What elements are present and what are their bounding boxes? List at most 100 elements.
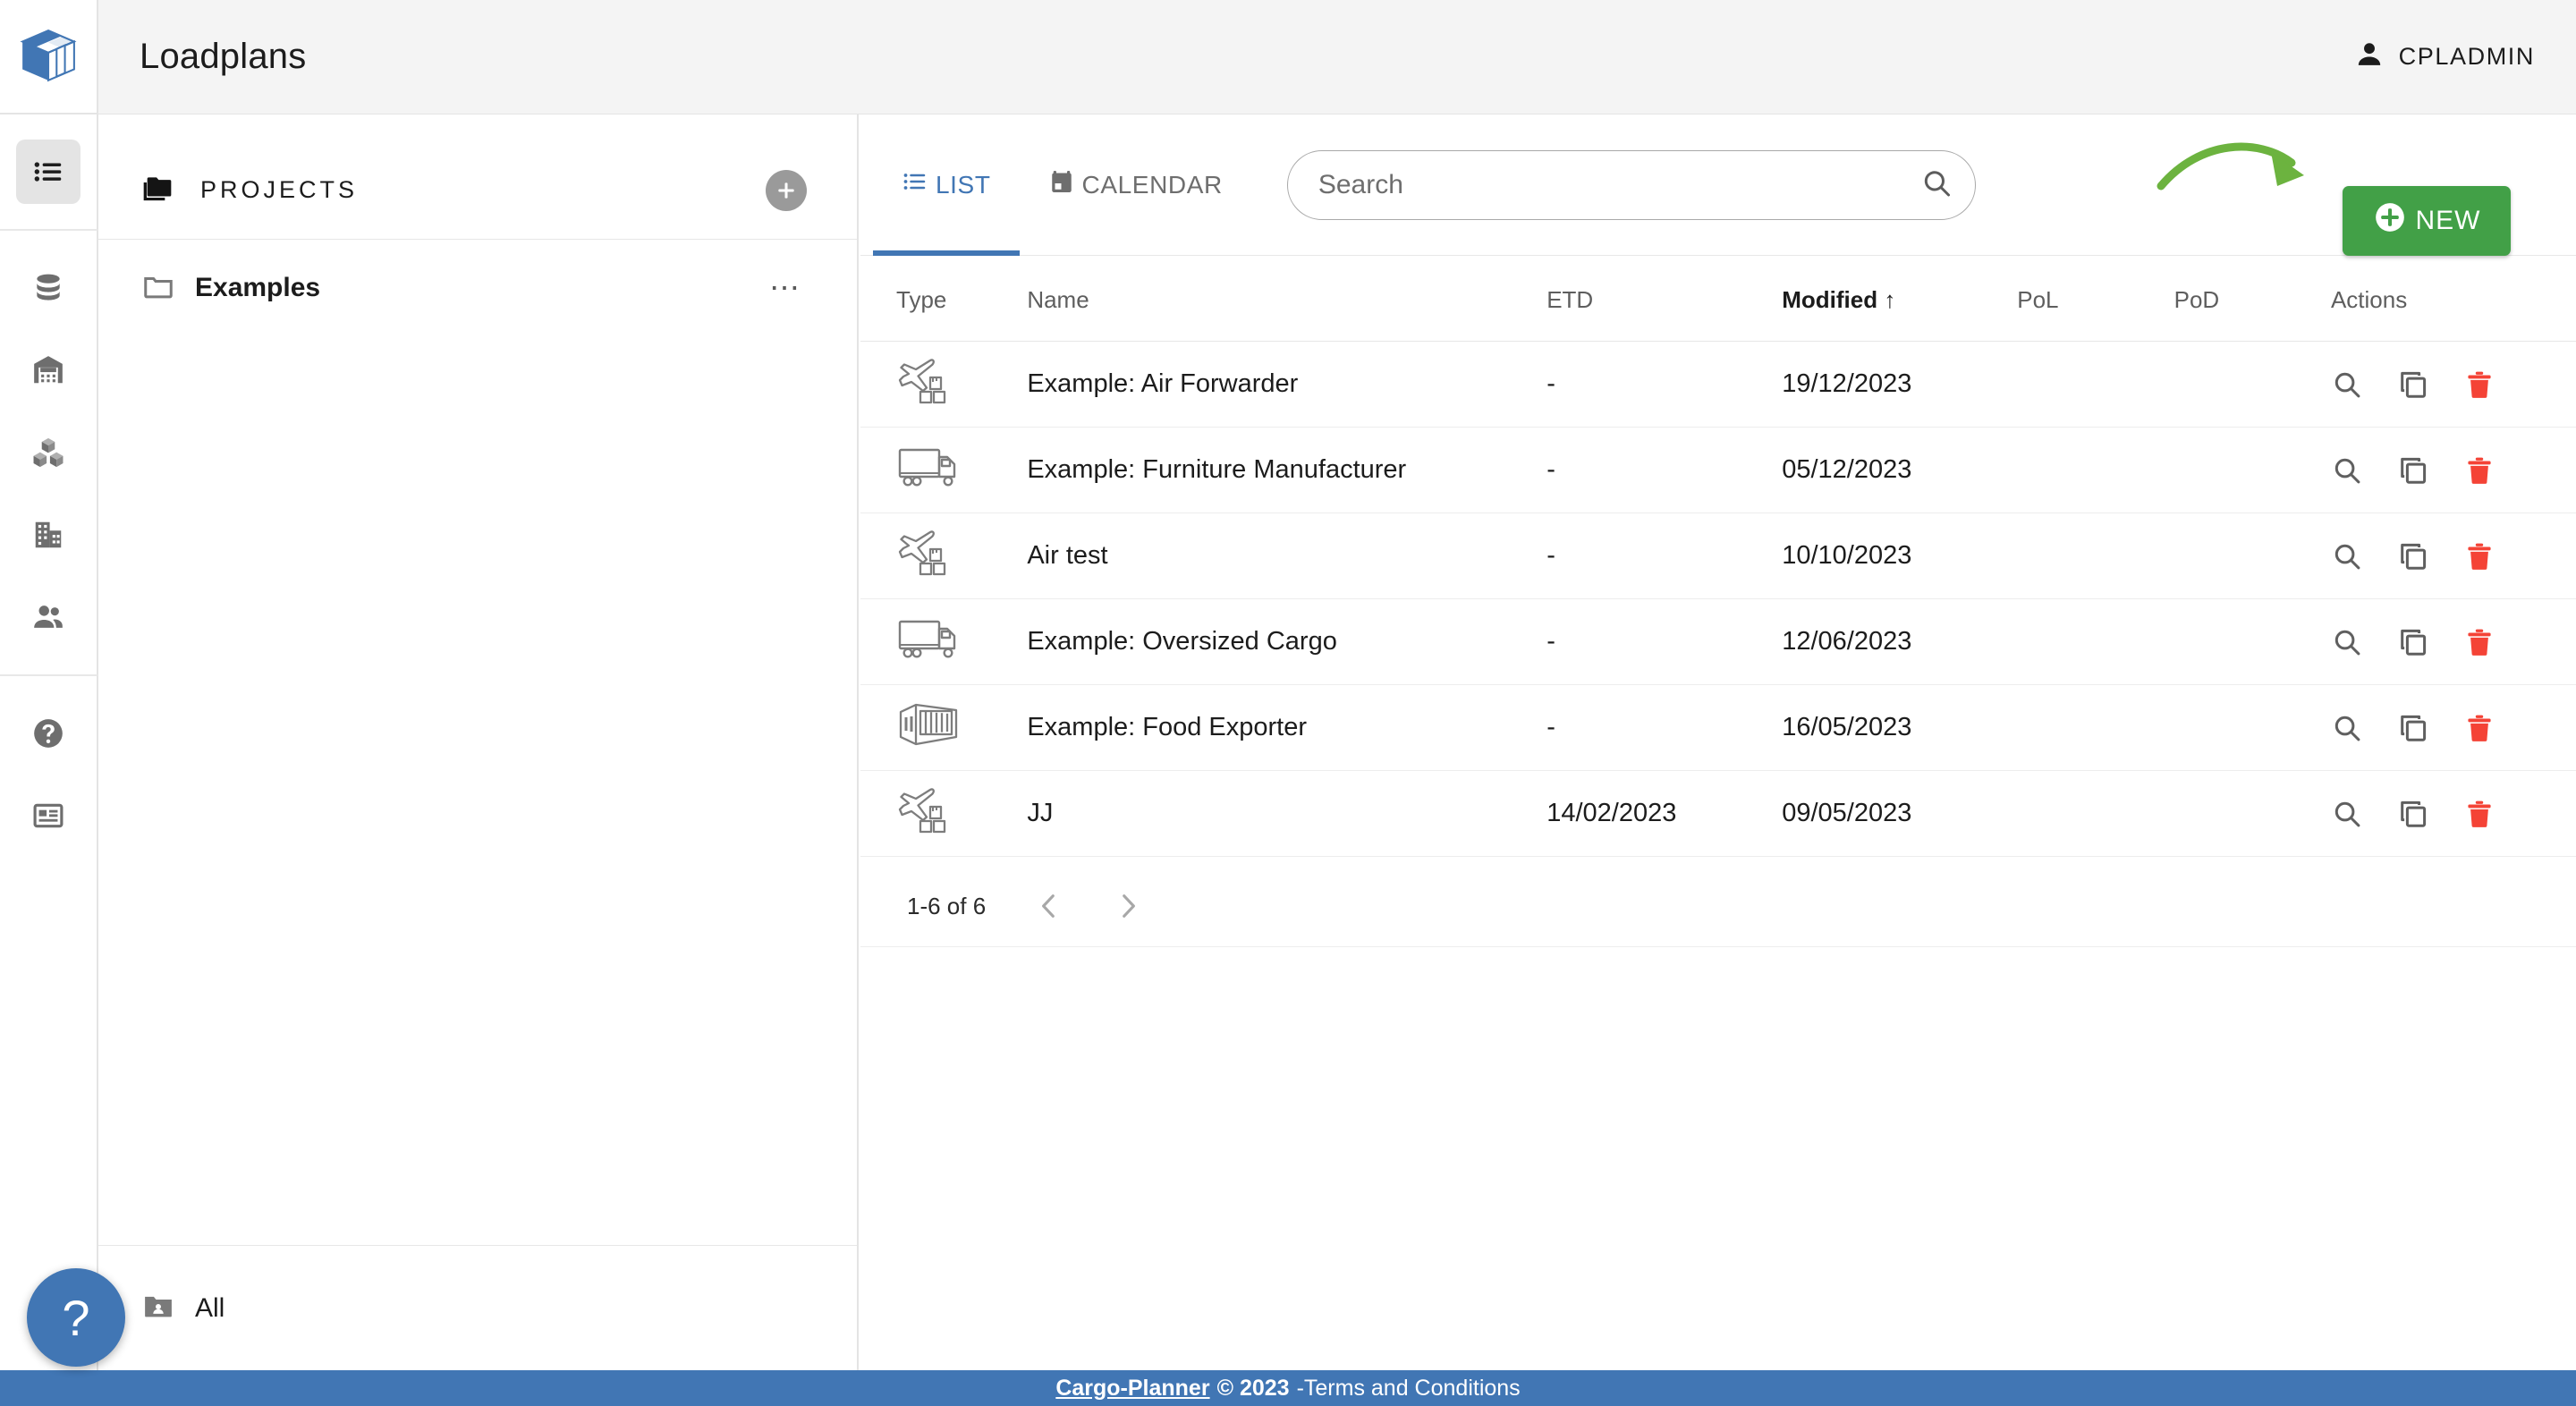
- person-icon: [2354, 39, 2385, 74]
- chevron-right-icon[interactable]: [1113, 891, 1143, 921]
- magnifier-icon[interactable]: [2331, 540, 2363, 572]
- search-input[interactable]: [1286, 149, 1976, 220]
- trash-icon[interactable]: [2463, 540, 2496, 572]
- cell-etd: 14/02/2023: [1546, 770, 1783, 857]
- table-header-row: Type Name ETD Modified ↑ PoL PoD Actions: [860, 256, 2576, 342]
- table-row[interactable]: Example: Oversized Cargo -12/06/2023: [860, 598, 2576, 685]
- help-fab[interactable]: ?: [27, 1268, 125, 1367]
- cell-etd: -: [1546, 427, 1783, 513]
- trash-icon[interactable]: [2463, 712, 2496, 744]
- cell-modified: 19/12/2023: [1782, 341, 2018, 428]
- projects-spacer: [98, 336, 857, 1245]
- add-project-button[interactable]: [766, 169, 807, 211]
- cell-pod: [2174, 427, 2331, 513]
- column-header-pod[interactable]: PoD: [2174, 256, 2331, 342]
- sidebar-item-equipment[interactable]: [16, 420, 80, 485]
- main-content: LIST CALENDAR Search Type Name ETD Modif…: [860, 114, 2576, 1370]
- folder-shared-icon: [141, 1289, 175, 1327]
- cell-modified: 05/12/2023: [1782, 427, 2018, 513]
- cell-name: Example: Food Exporter: [1027, 684, 1547, 771]
- cell-pod: [2174, 684, 2331, 771]
- column-header-type[interactable]: Type: [860, 256, 1028, 342]
- airplane-cargo-icon: [860, 341, 1028, 428]
- magnifier-icon[interactable]: [2331, 454, 2363, 487]
- column-header-pol[interactable]: PoL: [2017, 256, 2174, 342]
- sidebar-item-loadplans[interactable]: [16, 140, 80, 204]
- table-row[interactable]: Example: Food Exporter -16/05/2023: [860, 684, 2576, 771]
- project-folder-name: Examples: [195, 273, 321, 302]
- tab-calendar-label: CALENDAR: [1081, 170, 1223, 199]
- app-header: Loadplans CPLADMIN: [98, 0, 2576, 114]
- footer-brand-link[interactable]: Cargo-Planner: [1055, 1376, 1209, 1402]
- projects-panel: PROJECTS Examples ⋯ All: [98, 114, 859, 1370]
- sidebar-item-company[interactable]: [16, 503, 80, 567]
- projects-title: PROJECTS: [200, 176, 359, 203]
- search-box: [1286, 149, 1976, 220]
- cell-actions: [2330, 770, 2576, 857]
- column-header-modified[interactable]: Modified ↑: [1782, 256, 2018, 342]
- app-root: Loadplans CPLADMIN PROJECTS Examples ⋯ A…: [0, 0, 2576, 1406]
- cell-pol: [2017, 598, 2174, 685]
- tab-calendar[interactable]: CALENDAR: [1020, 114, 1251, 256]
- cell-pol: [2017, 770, 2174, 857]
- sidebar-item-cargo-library[interactable]: [16, 256, 80, 320]
- projects-all-item[interactable]: All: [98, 1245, 857, 1370]
- cell-pod: [2174, 598, 2331, 685]
- projects-all-label: All: [195, 1292, 225, 1323]
- cell-actions: [2330, 427, 2576, 513]
- question-mark-icon: ?: [62, 1289, 90, 1346]
- copy-icon[interactable]: [2397, 454, 2429, 487]
- cell-modified: 10/10/2023: [1782, 512, 2018, 599]
- sidebar-item-help[interactable]: [16, 701, 80, 766]
- copy-icon[interactable]: [2397, 626, 2429, 658]
- table-row[interactable]: Example: Air Forwarder -19/12/2023: [860, 341, 2576, 428]
- trash-icon[interactable]: [2463, 368, 2496, 401]
- magnifier-icon[interactable]: [2331, 368, 2363, 401]
- copy-icon[interactable]: [2397, 540, 2429, 572]
- sidebar-item-warehouse[interactable]: [16, 338, 80, 402]
- copy-icon[interactable]: [2397, 798, 2429, 830]
- cell-etd: -: [1546, 684, 1783, 771]
- cell-etd: -: [1546, 341, 1783, 428]
- magnifier-icon[interactable]: [2331, 712, 2363, 744]
- more-horizontal-icon[interactable]: ⋯: [769, 273, 801, 303]
- cell-pol: [2017, 684, 2174, 771]
- rail-group-support: [0, 676, 97, 873]
- rail-group-primary: [0, 114, 97, 229]
- footer-terms-link[interactable]: Terms and Conditions: [1304, 1376, 1521, 1402]
- column-header-name[interactable]: Name: [1027, 256, 1547, 342]
- copy-icon[interactable]: [2397, 368, 2429, 401]
- cell-name: Air test: [1027, 512, 1547, 599]
- cell-actions: [2330, 341, 2576, 428]
- page-footer: Cargo-Planner © 2023 - Terms and Conditi…: [0, 1370, 2576, 1406]
- magnifier-icon[interactable]: [2331, 626, 2363, 658]
- truck-icon: [860, 427, 1028, 513]
- table-row[interactable]: Air test -10/10/2023: [860, 512, 2576, 599]
- cargo-planner-box-logo[interactable]: [0, 0, 97, 114]
- tab-list[interactable]: LIST: [873, 114, 1020, 256]
- column-header-etd[interactable]: ETD: [1546, 256, 1783, 342]
- airplane-cargo-icon: [860, 770, 1028, 857]
- cell-name: JJ: [1027, 770, 1547, 857]
- new-loadplan-button-label: NEW: [2415, 206, 2481, 235]
- column-header-actions: Actions: [2330, 256, 2576, 342]
- sidebar-item-news[interactable]: [16, 783, 80, 848]
- project-folder-examples[interactable]: Examples ⋯: [98, 240, 857, 336]
- sort-ascending-icon: ↑: [1884, 286, 1896, 313]
- table-row[interactable]: JJ 14/02/2023 09/05/2023: [860, 770, 2576, 857]
- chevron-left-icon[interactable]: [1034, 891, 1064, 921]
- trash-icon[interactable]: [2463, 798, 2496, 830]
- user-menu[interactable]: CPLADMIN: [2354, 39, 2535, 74]
- copy-icon[interactable]: [2397, 712, 2429, 744]
- magnifier-icon[interactable]: [2331, 798, 2363, 830]
- trash-icon[interactable]: [2463, 454, 2496, 487]
- trash-icon[interactable]: [2463, 626, 2496, 658]
- table-body: Example: Air Forwarder -19/12/2023 Example…: [860, 341, 2576, 857]
- new-loadplan-button[interactable]: NEW: [2343, 186, 2511, 256]
- rail-group-data: [0, 231, 97, 674]
- cell-actions: [2330, 598, 2576, 685]
- sidebar-item-users[interactable]: [16, 585, 80, 649]
- table-row[interactable]: Example: Furniture Manufacturer -05/12/20…: [860, 427, 2576, 513]
- table-header: Type Name ETD Modified ↑ PoL PoD Actions: [860, 256, 2576, 342]
- footer-separator: -: [1296, 1375, 1304, 1401]
